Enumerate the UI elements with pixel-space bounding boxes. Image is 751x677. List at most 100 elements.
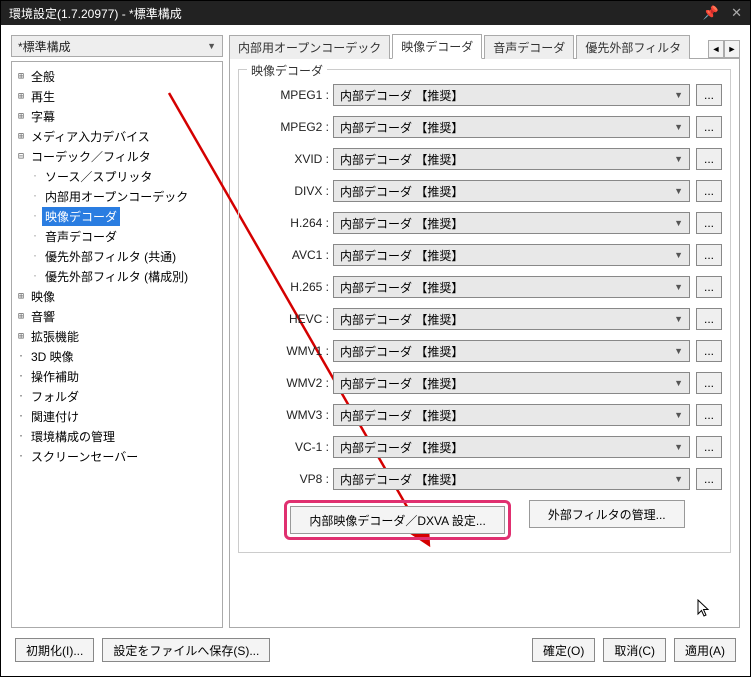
preset-select[interactable]: *標準構成 ▼ [11, 35, 223, 57]
init-button[interactable]: 初期化(I)... [15, 638, 94, 662]
tree-item[interactable]: ·3D 映像 [14, 346, 220, 366]
tab-scroll-right[interactable]: ► [724, 40, 740, 58]
tree-item[interactable]: ·操作補助 [14, 366, 220, 386]
tree-branch-icon: · [28, 271, 42, 282]
tree-toggle-icon[interactable]: · [14, 451, 28, 462]
decoder-select[interactable]: 内部デコーダ 【推奨】▼ [333, 84, 690, 106]
decoder-more-button[interactable]: ... [696, 436, 722, 458]
tree-toggle-icon[interactable]: · [14, 371, 28, 382]
tree-toggle-icon[interactable]: ⊞ [14, 331, 28, 342]
chevron-down-icon: ▼ [207, 41, 216, 51]
dxva-settings-button[interactable]: 内部映像デコーダ／DXVA 設定... [290, 506, 504, 534]
tree-item[interactable]: ·関連付け [14, 406, 220, 426]
decoder-more-button[interactable]: ... [696, 212, 722, 234]
tree-toggle-icon[interactable]: · [14, 351, 28, 362]
tree-item-label: 関連付け [28, 407, 82, 426]
tree-toggle-icon[interactable]: ⊞ [14, 91, 28, 102]
decoder-select[interactable]: 内部デコーダ 【推奨】▼ [333, 468, 690, 490]
chevron-down-icon: ▼ [674, 122, 683, 132]
decoder-more-button[interactable]: ... [696, 308, 722, 330]
tree-item[interactable]: ⊞映像 [14, 286, 220, 306]
tree-toggle-icon[interactable]: · [14, 431, 28, 442]
tab[interactable]: 音声デコーダ [484, 35, 574, 59]
decoder-value: 内部デコーダ 【推奨】 [340, 183, 463, 200]
tree-item[interactable]: ·内部用オープンコーデック [14, 186, 220, 206]
decoder-more-button[interactable]: ... [696, 372, 722, 394]
tree-item[interactable]: ·優先外部フィルタ (構成別) [14, 266, 220, 286]
decoder-select[interactable]: 内部デコーダ 【推奨】 ▼ [333, 180, 690, 202]
decoder-value: 内部デコーダ 【推奨】 [340, 87, 463, 104]
tree-toggle-icon[interactable]: ⊞ [14, 311, 28, 322]
pin-icon[interactable]: 📌 [703, 5, 719, 21]
decoder-more-button[interactable]: ... [696, 468, 722, 490]
decoder-row: H.265 :内部デコーダ 【推奨】▼... [247, 276, 722, 298]
decoder-more-button[interactable]: ... [696, 180, 722, 202]
tab-scroll-left[interactable]: ◄ [708, 40, 724, 58]
tree-toggle-icon[interactable]: ⊟ [14, 151, 28, 162]
decoder-more-button[interactable]: ... [696, 84, 722, 106]
tree-toggle-icon[interactable]: ⊞ [14, 131, 28, 142]
tree-item-label: メディア入力デバイス [28, 127, 153, 146]
decoder-select[interactable]: 内部デコーダ 【推奨】▼ [333, 308, 690, 330]
tree-item[interactable]: ·映像デコーダ [14, 206, 220, 226]
chevron-down-icon: ▼ [674, 314, 683, 324]
decoder-select[interactable]: 内部デコーダ 【推奨】▼ [333, 404, 690, 426]
chevron-down-icon: ▼ [674, 474, 683, 484]
preset-value: *標準構成 [18, 38, 71, 55]
tree-branch-icon: · [28, 191, 42, 202]
tab-panel: 映像デコーダ MPEG1 :内部デコーダ 【推奨】▼...MPEG2 :内部デコ… [229, 59, 740, 628]
decoder-value: 内部デコーダ 【推奨】 [340, 343, 463, 360]
tree-item[interactable]: ·フォルダ [14, 386, 220, 406]
tab[interactable]: 内部用オープンコーデック [229, 35, 390, 59]
tab[interactable]: 優先外部フィルタ [576, 35, 690, 59]
chevron-down-icon: ▼ [674, 218, 683, 228]
decoder-select[interactable]: 内部デコーダ 【推奨】▼ [333, 340, 690, 362]
tree-item[interactable]: ·環境構成の管理 [14, 426, 220, 446]
tree-item[interactable]: ·スクリーンセーバー [14, 446, 220, 466]
tree-toggle-icon[interactable]: · [14, 411, 28, 422]
decoder-select[interactable]: 内部デコーダ 【推奨】▼ [333, 372, 690, 394]
tree-toggle-icon[interactable]: ⊞ [14, 71, 28, 82]
decoder-value: 内部デコーダ 【推奨】 [340, 151, 463, 168]
tree-item[interactable]: ⊞再生 [14, 86, 220, 106]
decoder-select[interactable]: 内部デコーダ 【推奨】▼ [333, 244, 690, 266]
tree-item[interactable]: ⊞字幕 [14, 106, 220, 126]
apply-button[interactable]: 適用(A) [674, 638, 736, 662]
decoder-more-button[interactable]: ... [696, 244, 722, 266]
chevron-down-icon: ▼ [674, 186, 683, 196]
tree-item[interactable]: ·音声デコーダ [14, 226, 220, 246]
tree-toggle-icon[interactable]: ⊞ [14, 111, 28, 122]
tree-toggle-icon[interactable]: · [14, 391, 28, 402]
save-to-file-button[interactable]: 設定をファイルへ保存(S)... [102, 638, 270, 662]
decoder-row: VC-1 :内部デコーダ 【推奨】▼... [247, 436, 722, 458]
tree-item[interactable]: ⊞メディア入力デバイス [14, 126, 220, 146]
tree-toggle-icon[interactable]: ⊞ [14, 291, 28, 302]
decoder-more-button[interactable]: ... [696, 404, 722, 426]
tree-item[interactable]: ⊟コーデック／フィルタ [14, 146, 220, 166]
decoder-select[interactable]: 内部デコーダ 【推奨】 ▼ [333, 116, 690, 138]
tree-item[interactable]: ⊞拡張機能 [14, 326, 220, 346]
decoder-select[interactable]: 内部デコーダ 【推奨】▼ [333, 436, 690, 458]
cancel-button[interactable]: 取消(C) [603, 638, 666, 662]
category-tree[interactable]: ⊞全般⊞再生⊞字幕⊞メディア入力デバイス⊟コーデック／フィルタ·ソース／スプリッ… [11, 61, 223, 628]
tree-item[interactable]: ⊞全般 [14, 66, 220, 86]
decoder-more-button[interactable]: ... [696, 340, 722, 362]
decoder-more-button[interactable]: ... [696, 148, 722, 170]
tree-item[interactable]: ·ソース／スプリッタ [14, 166, 220, 186]
tree-item[interactable]: ⊞音響 [14, 306, 220, 326]
close-icon[interactable]: ✕ [731, 5, 742, 21]
tree-branch-icon: · [28, 231, 42, 242]
tab[interactable]: 映像デコーダ [392, 34, 482, 59]
decoder-value: 内部デコーダ 【推奨】 [340, 119, 463, 136]
decoder-select[interactable]: 内部デコーダ 【推奨】▼ [333, 212, 690, 234]
decoder-select[interactable]: 内部デコーダ 【推奨】▼ [333, 276, 690, 298]
decoder-row: HEVC :内部デコーダ 【推奨】▼... [247, 308, 722, 330]
external-filter-manage-button[interactable]: 外部フィルタの管理... [529, 500, 685, 528]
decoder-more-button[interactable]: ... [696, 276, 722, 298]
tree-item-label: スクリーンセーバー [28, 447, 141, 466]
ok-button[interactable]: 確定(O) [532, 638, 595, 662]
tree-item-label: 音声デコーダ [42, 227, 120, 246]
decoder-more-button[interactable]: ... [696, 116, 722, 138]
decoder-select[interactable]: 内部デコーダ 【推奨】▼ [333, 148, 690, 170]
tree-item[interactable]: ·優先外部フィルタ (共通) [14, 246, 220, 266]
